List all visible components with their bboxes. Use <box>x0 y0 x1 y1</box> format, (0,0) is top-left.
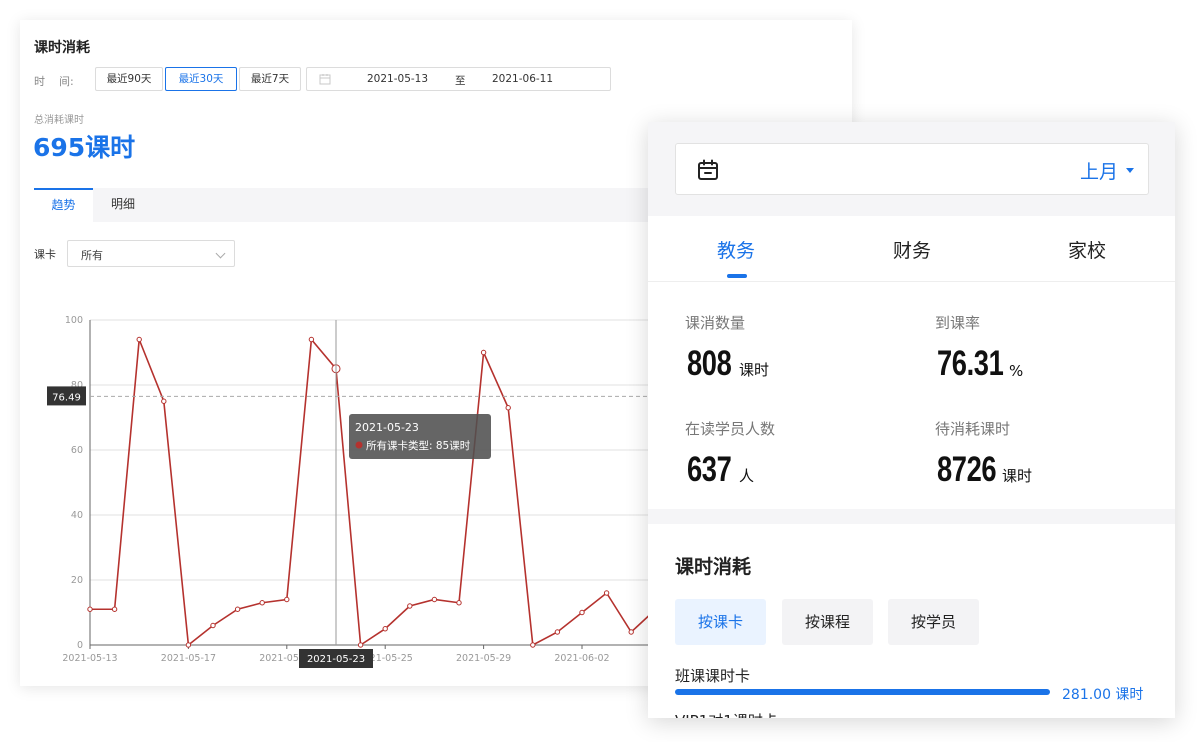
chart-series <box>87 336 659 648</box>
stat-label: 到课率 <box>935 314 981 332</box>
stat-attendance-rate: 到课率 76.31 % <box>935 312 1023 383</box>
consumption-section: 课时消耗 按课卡 按课程 按学员 班课课时卡 281.00 课时 VIP1对1课… <box>648 524 1175 718</box>
by-student-button[interactable]: 按学员 <box>888 599 979 645</box>
y-tick-label: 100 <box>65 315 83 326</box>
data-point <box>505 405 511 411</box>
calendar-icon <box>698 159 718 180</box>
data-point <box>161 398 167 404</box>
data-point <box>480 349 487 356</box>
stat-value: 8726 <box>937 450 997 489</box>
category-tabs: 教务 财务 家校 <box>648 216 1175 282</box>
x-tick-label: 2021-05-13 <box>62 653 117 664</box>
stat-enrolled-students: 在读学员人数 637 人 <box>685 418 776 489</box>
data-point <box>284 596 290 603</box>
data-point <box>87 606 93 612</box>
stat-pending-lessons: 待消耗课时 8726 课时 <box>935 418 1032 489</box>
stat-value: 637 <box>687 450 732 489</box>
stat-label: 课消数量 <box>685 314 746 332</box>
bar-label: 班课课时卡 <box>675 667 751 685</box>
stat-lesson-count: 课消数量 808 课时 <box>685 312 769 383</box>
data-point <box>234 606 241 612</box>
data-point <box>530 642 536 648</box>
y-tick-label: 20 <box>71 575 83 586</box>
data-point <box>185 642 192 648</box>
caret-down-icon[interactable] <box>1126 168 1134 173</box>
y-tick-label: 60 <box>71 445 83 456</box>
tooltip-series-dot <box>355 441 363 449</box>
hover-date-label: 2021-05-23 <box>307 654 365 665</box>
y-tick-label: 0 <box>77 640 83 651</box>
period-selector[interactable]: 上月 <box>675 143 1149 195</box>
by-course-button[interactable]: 按课程 <box>782 599 873 645</box>
tab-finance[interactable]: 财务 <box>824 236 1000 263</box>
y-axis-ticks: 020406080100 <box>65 315 83 651</box>
data-point <box>603 590 610 596</box>
stat-value: 808 <box>687 344 732 383</box>
stat-unit: % <box>1009 362 1024 380</box>
bar-value: 281.00 课时 <box>1062 687 1144 703</box>
y-tick-label: 40 <box>71 510 83 521</box>
stat-label: 待消耗课时 <box>935 420 1011 438</box>
stat-unit: 课时 <box>739 361 770 379</box>
period-value[interactable]: 上月 <box>1080 157 1118 184</box>
active-tab-indicator <box>727 274 747 278</box>
data-point <box>431 596 438 603</box>
data-point <box>579 609 585 616</box>
data-point <box>407 603 413 609</box>
average-label: 76.49 <box>52 392 81 403</box>
section-title: 课时消耗 <box>675 556 752 578</box>
data-point <box>210 622 216 629</box>
stats-grid: 课消数量 808 课时 到课率 76.31 % 在读学员人数 637 人 待消耗… <box>648 282 1175 509</box>
data-point <box>357 642 364 648</box>
data-point <box>259 600 265 606</box>
stat-unit: 人 <box>739 467 755 485</box>
progress-bar <box>675 689 1050 695</box>
mobile-dashboard-panel: 上月 教务 财务 家校 课消数量 808 课时 到课率 76.31 % 在读学员… <box>648 122 1175 718</box>
data-point <box>382 626 388 632</box>
data-point <box>111 606 118 612</box>
stat-unit: 课时 <box>1002 467 1033 485</box>
x-tick-label: 2021-06-02 <box>554 653 609 664</box>
x-axis-ticks: 2021-05-13 2021-05-17 2021-05-21 2021-05-25… <box>62 645 708 664</box>
tooltip-date: 2021-05-23 <box>355 421 419 434</box>
bar-label-second: VIP1对1课时卡 <box>675 710 778 718</box>
tab-academic[interactable]: 教务 <box>648 236 824 263</box>
data-point <box>456 600 462 606</box>
data-point <box>308 336 315 343</box>
x-tick-label: 2021-05-17 <box>161 653 216 664</box>
x-tick-label: 2021-05-29 <box>456 653 511 664</box>
tooltip-series-text: 所有课卡类型: 85课时 <box>366 439 471 452</box>
period-header: 上月 <box>648 122 1175 216</box>
stat-label: 在读学员人数 <box>685 420 776 438</box>
data-point <box>136 336 142 343</box>
by-card-button[interactable]: 按课卡 <box>675 599 766 645</box>
stat-value: 76.31 <box>937 344 1004 383</box>
data-point <box>554 629 561 635</box>
tab-home-school[interactable]: 家校 <box>999 236 1175 263</box>
data-point <box>628 629 634 635</box>
